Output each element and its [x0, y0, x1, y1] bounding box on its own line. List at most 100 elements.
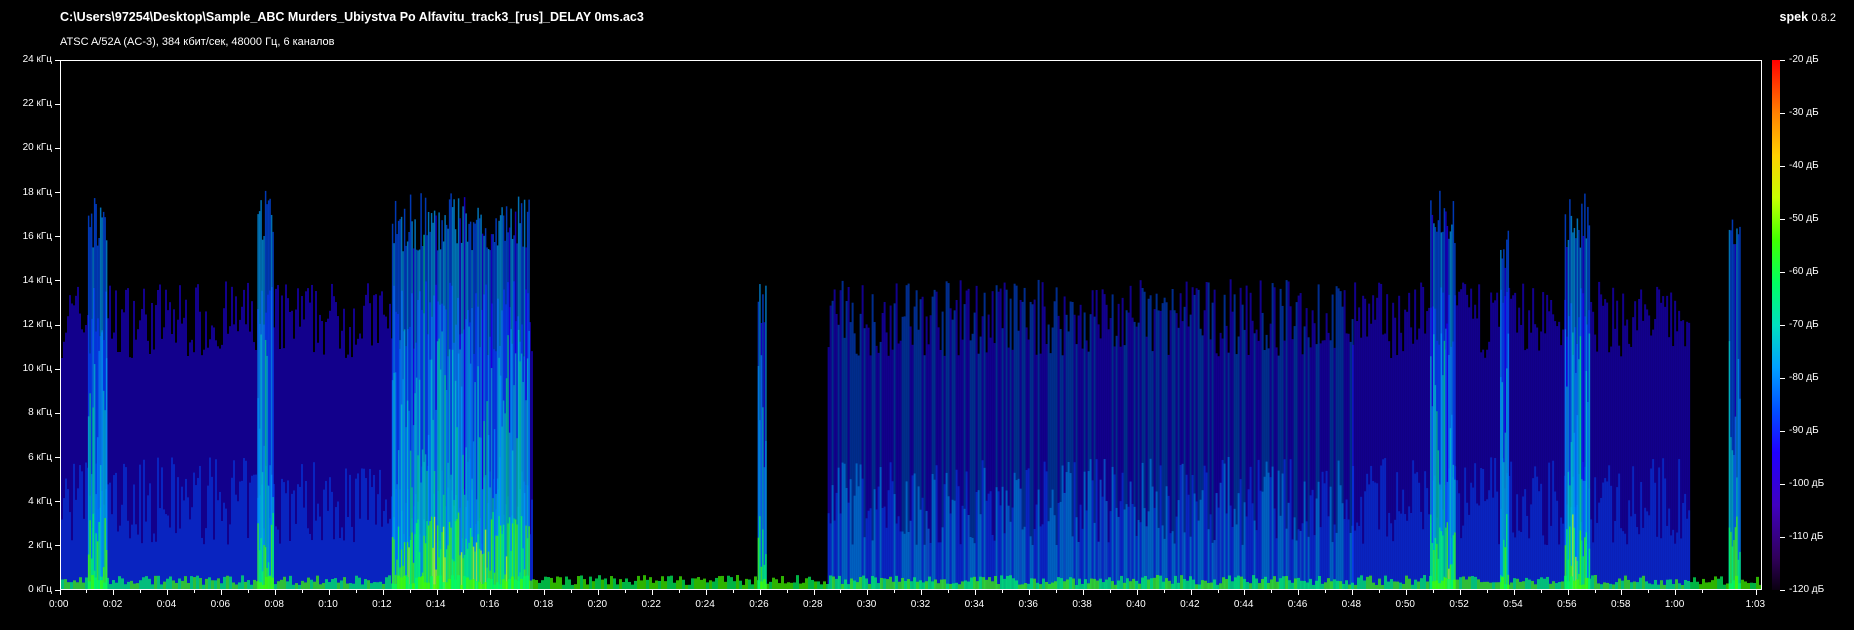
low-frequency-floor: [532, 579, 535, 589]
spectrogram-low-band: [377, 494, 379, 589]
spectrogram-low-band: [167, 515, 169, 589]
spectrogram-low-band: [1099, 479, 1102, 589]
spectrogram-low-band: [375, 524, 377, 589]
colorbar-tick: [1780, 589, 1785, 591]
low-frequency-floor: [205, 578, 208, 589]
low-frequency-floor: [1546, 576, 1549, 589]
low-frequency-floor: [760, 581, 763, 589]
low-frequency-floor: [1522, 581, 1525, 589]
burst-mid: [1500, 377, 1502, 589]
spectrogram-plot[interactable]: [60, 60, 1762, 590]
spectrogram-low-band: [275, 526, 277, 589]
low-frequency-floor: [1150, 578, 1153, 589]
spectrogram-low-band: [1598, 502, 1601, 589]
spectrogram-low-band: [1418, 482, 1421, 589]
low-frequency-floor: [1075, 584, 1078, 589]
spectrogram-low-band: [1083, 471, 1086, 589]
low-frequency-floor: [1708, 582, 1711, 589]
spectrogram-low-band: [193, 472, 195, 589]
spectrogram-low-band: [1203, 465, 1206, 589]
spectrogram-low-band: [219, 491, 221, 589]
spectrogram-low-band: [1612, 542, 1615, 589]
burst-mid: [421, 449, 424, 589]
low-frequency-floor: [1237, 575, 1240, 589]
low-frequency-floor: [457, 575, 460, 589]
low-frequency-floor: [1717, 578, 1720, 589]
spectrogram-low-band: [1560, 517, 1563, 589]
low-frequency-floor: [916, 581, 919, 589]
low-frequency-floor: [484, 582, 487, 589]
spectrogram-low-band: [1610, 485, 1613, 589]
low-frequency-floor: [376, 582, 379, 589]
low-frequency-floor: [1312, 584, 1315, 589]
low-frequency-floor: [901, 577, 904, 589]
x-tick: [1756, 590, 1758, 595]
spectrogram-low-band: [843, 463, 846, 589]
spectrogram-low-band: [1069, 473, 1072, 589]
spectrogram-low-band: [1291, 539, 1294, 589]
low-frequency-floor: [610, 576, 613, 589]
spectrogram-low-band: [1065, 472, 1068, 589]
x-tick: [1352, 590, 1354, 595]
spectrogram-low-band: [1520, 532, 1523, 589]
low-frequency-floor: [508, 578, 511, 589]
low-frequency-floor: [928, 576, 931, 589]
low-frequency-floor: [889, 576, 892, 589]
spectrogram-low-band: [1480, 467, 1483, 589]
low-frequency-floor: [112, 580, 115, 589]
low-frequency-floor: [1177, 582, 1180, 589]
spectrogram-low-band: [349, 474, 351, 589]
low-frequency-floor: [1066, 579, 1069, 589]
low-frequency-floor: [847, 584, 850, 589]
low-frequency-floor: [1450, 579, 1453, 589]
y-tick-label: 16 кГц: [22, 230, 52, 242]
spectrogram-low-band: [241, 480, 243, 589]
spectrogram-low-band: [981, 460, 984, 589]
low-frequency-floor: [1615, 582, 1618, 589]
spectrogram-low-band: [1416, 472, 1419, 589]
x-minor-tick: [517, 590, 519, 593]
x-minor-tick: [248, 590, 249, 593]
low-frequency-floor: [787, 582, 790, 589]
low-frequency-floor: [1204, 580, 1207, 589]
low-frequency-floor: [394, 583, 397, 589]
burst-mid: [266, 355, 268, 589]
spectrogram-low-band: [1472, 487, 1475, 589]
spectrogram-low-band: [1061, 465, 1064, 589]
low-frequency-floor: [1537, 579, 1540, 589]
low-frequency-floor: [1414, 579, 1417, 589]
low-frequency-floor: [1201, 580, 1204, 589]
burst-low: [460, 552, 463, 589]
low-frequency-floor: [1654, 579, 1657, 589]
low-frequency-floor: [1048, 583, 1051, 589]
spectrogram-low-band: [1103, 459, 1106, 589]
low-frequency-floor: [1630, 582, 1633, 589]
low-frequency-floor: [496, 582, 499, 589]
low-frequency-floor: [64, 579, 67, 589]
spectrogram-low-band: [1261, 491, 1264, 589]
low-frequency-floor: [271, 577, 274, 589]
spectrogram-low-band: [955, 469, 958, 589]
spectrogram-low-band: [151, 542, 153, 589]
low-frequency-floor: [1354, 584, 1357, 589]
low-frequency-floor: [1582, 584, 1585, 589]
low-frequency-floor: [379, 581, 382, 589]
low-frequency-floor: [1315, 580, 1318, 589]
low-frequency-floor: [1501, 577, 1504, 589]
low-frequency-floor: [616, 584, 619, 589]
burst-mid: [504, 413, 506, 589]
spectrogram-low-band: [879, 467, 882, 589]
low-frequency-floor: [76, 582, 79, 589]
low-frequency-floor: [370, 583, 373, 589]
spectrogram-low-band: [1510, 461, 1513, 589]
spectrogram-low-band: [1646, 511, 1649, 589]
burst-mid: [420, 482, 422, 589]
spectrogram-low-band: [1037, 489, 1040, 589]
spectrogram-low-band: [183, 500, 185, 589]
low-frequency-floor: [991, 581, 994, 589]
low-frequency-floor: [1309, 578, 1312, 589]
spectrogram-column: [915, 290, 918, 589]
low-frequency-floor: [583, 579, 586, 589]
spectrogram-low-band: [1524, 489, 1527, 589]
burst-mid: [517, 329, 520, 589]
